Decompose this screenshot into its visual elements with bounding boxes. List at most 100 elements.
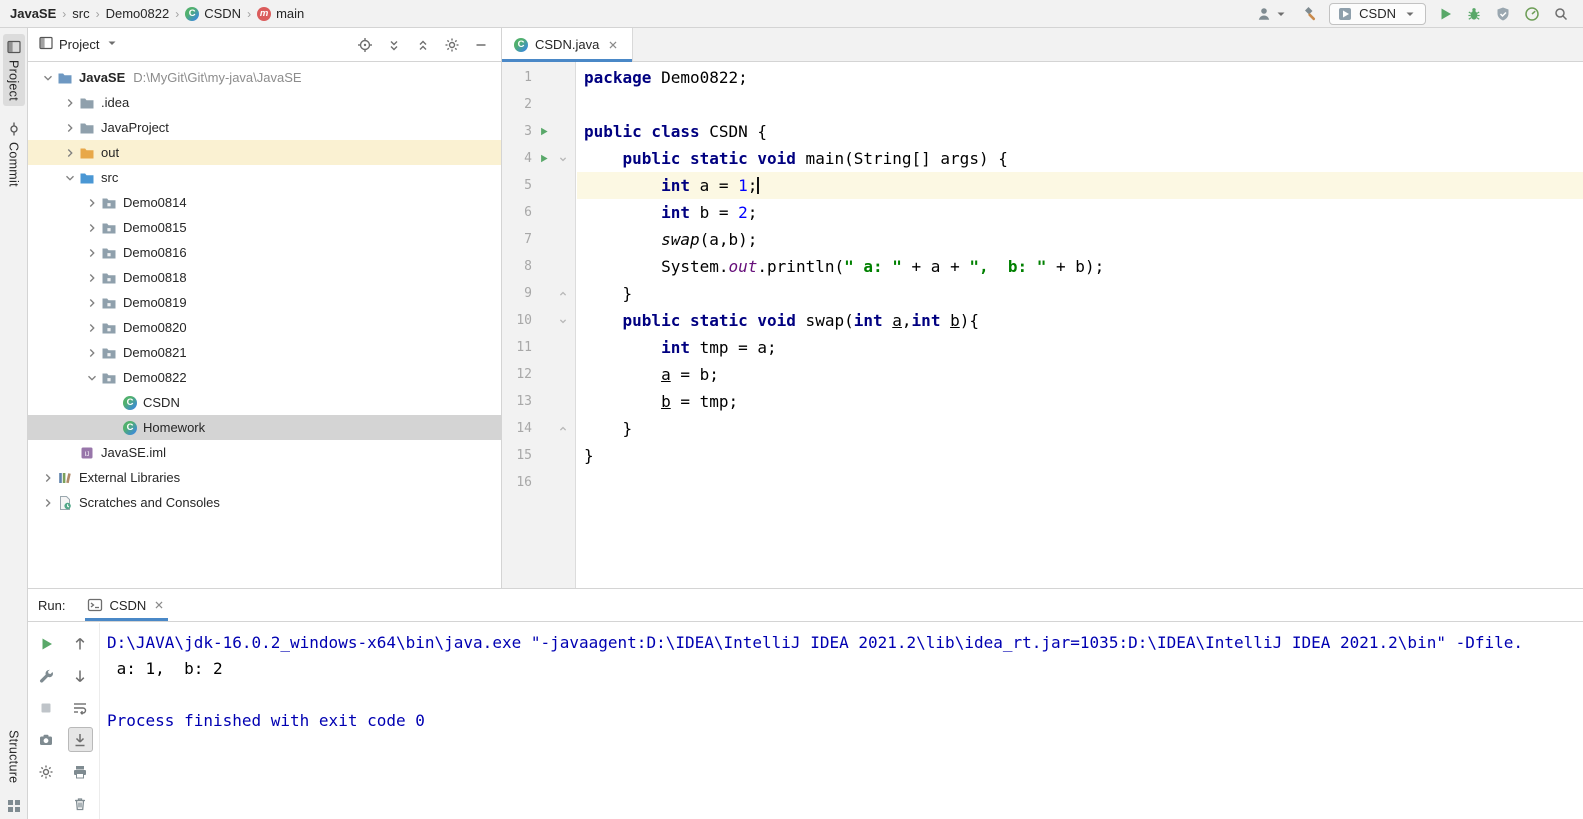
stripe-tab-commit[interactable]: Commit (3, 116, 25, 192)
run-tab[interactable]: CSDN (79, 589, 174, 621)
print-button[interactable] (68, 759, 93, 784)
grid-button[interactable] (4, 796, 24, 816)
code-line-10[interactable]: 10 public static void swap(int a,int b){ (502, 307, 1583, 334)
editor[interactable]: 1 package Demo0822; 2 3 public class CSDN {4… (502, 62, 1583, 588)
editor-tab[interactable]: C CSDN.java (502, 28, 634, 62)
editor-tab-label: CSDN.java (535, 37, 600, 52)
run-config-selector[interactable]: CSDN (1329, 2, 1426, 25)
chevron-down-icon[interactable] (104, 35, 120, 54)
soft-wrap-button[interactable] (68, 695, 93, 720)
tree-item-demo0816[interactable]: Demo0816 (28, 240, 501, 265)
chevron-right-icon[interactable] (82, 245, 101, 261)
chevron-right-icon[interactable] (82, 270, 101, 286)
run-line-icon[interactable] (532, 153, 554, 164)
tree-item-demo0819[interactable]: Demo0819 (28, 290, 501, 315)
collapse-all-button[interactable] (413, 35, 433, 55)
breadcrumb-item-javase[interactable]: JavaSE (10, 6, 56, 21)
chevron-right-icon[interactable] (82, 345, 101, 361)
stripe-tab-project[interactable]: Project (2, 34, 25, 107)
search-button[interactable] (1551, 4, 1571, 24)
code-line-8[interactable]: 8 System.out.println(" a: " + a + ", b: … (502, 253, 1583, 280)
breadcrumb-item-main[interactable]: m main (257, 6, 304, 21)
code-line-3[interactable]: 3 public class CSDN { (502, 118, 1583, 145)
breadcrumb-item-csdn[interactable]: C CSDN (185, 6, 241, 21)
coverage-button[interactable] (1493, 4, 1513, 24)
rerun-button[interactable] (34, 631, 59, 656)
target-button[interactable] (355, 35, 375, 55)
run-line-icon[interactable] (532, 126, 554, 137)
settings-button[interactable] (34, 759, 59, 784)
project-title[interactable]: Project (59, 37, 99, 52)
chevron-right-icon[interactable] (60, 120, 79, 136)
tree-item-external-libraries[interactable]: External Libraries (28, 465, 501, 490)
line-number: 8 (524, 259, 532, 274)
gear-button[interactable] (442, 35, 462, 55)
code-line-2[interactable]: 2 (502, 91, 1583, 118)
debug-button[interactable] (1464, 4, 1484, 24)
code-line-7[interactable]: 7 swap(a,b); (502, 226, 1583, 253)
tree-item--idea[interactable]: .idea (28, 90, 501, 115)
profiler-button[interactable] (1522, 4, 1542, 24)
close-icon[interactable] (606, 38, 620, 52)
down-arrow-button[interactable] (68, 663, 93, 688)
minimize-button[interactable] (471, 35, 491, 55)
code-line-15[interactable]: 15} (502, 442, 1583, 469)
chevron-right-icon[interactable] (60, 95, 79, 111)
code-line-11[interactable]: 11 int tmp = a; (502, 334, 1583, 361)
tree-item-scratches-and-consoles[interactable]: Scratches and Consoles (28, 490, 501, 515)
code-line-13[interactable]: 13 b = tmp; (502, 388, 1583, 415)
stop-button[interactable] (34, 695, 59, 720)
run-button[interactable] (1435, 4, 1455, 24)
tree-item-demo0822[interactable]: Demo0822 (28, 365, 501, 390)
code-line-6[interactable]: 6 int b = 2; (502, 199, 1583, 226)
tree-item-demo0814[interactable]: Demo0814 (28, 190, 501, 215)
expand-all-button[interactable] (384, 35, 404, 55)
tree-item-src[interactable]: src (28, 165, 501, 190)
line-number: 15 (516, 448, 532, 463)
tree-item-demo0815[interactable]: Demo0815 (28, 215, 501, 240)
tree-item-homework[interactable]: C Homework (28, 415, 501, 440)
user-button[interactable] (1254, 4, 1291, 24)
fold-end-icon[interactable] (554, 288, 572, 300)
code-line-9[interactable]: 9 } (502, 280, 1583, 307)
scroll-end-button[interactable] (67, 727, 93, 752)
tree-item-demo0821[interactable]: Demo0821 (28, 340, 501, 365)
code-token: = tmp; (670, 392, 739, 411)
breadcrumb-item-src[interactable]: src (72, 6, 89, 21)
tree-item-demo0820[interactable]: Demo0820 (28, 315, 501, 340)
hammer-button[interactable] (1300, 4, 1320, 24)
chevron-down-icon[interactable] (60, 170, 79, 186)
tree-item-demo0818[interactable]: Demo0818 (28, 265, 501, 290)
clear-button[interactable] (68, 791, 93, 816)
chevron-right-icon[interactable] (82, 220, 101, 236)
chevron-down-icon[interactable] (82, 370, 101, 386)
chevron-right-icon[interactable] (82, 195, 101, 211)
fold-end-icon[interactable] (554, 423, 572, 435)
chevron-right-icon[interactable] (60, 145, 79, 161)
wrench-button[interactable] (34, 663, 59, 688)
tree-item-javase[interactable]: JavaSE D:\MyGit\Git\my-java\JavaSE (28, 65, 501, 90)
code-line-16[interactable]: 16 (502, 469, 1583, 496)
chevron-right-icon[interactable] (82, 295, 101, 311)
code-line-14[interactable]: 14 } (502, 415, 1583, 442)
chevron-right-icon[interactable] (38, 470, 57, 486)
code-line-12[interactable]: 12 a = b; (502, 361, 1583, 388)
run-console[interactable]: D:\JAVA\jdk-16.0.2_windows-x64\bin\java.… (101, 623, 1583, 819)
code-line-5[interactable]: 5 int a = 1; (502, 172, 1583, 199)
chevron-right-icon[interactable] (82, 320, 101, 336)
code-line-1[interactable]: 1 package Demo0822; (502, 64, 1583, 91)
fold-start-icon[interactable] (554, 315, 572, 327)
code-line-4[interactable]: 4 public static void main(String[] args)… (502, 145, 1583, 172)
stripe-tab-structure[interactable]: Structure (4, 725, 24, 788)
breadcrumb-item-demo0822[interactable]: Demo0822 (106, 6, 170, 21)
tree-item-csdn[interactable]: C CSDN (28, 390, 501, 415)
tree-item-javase-iml[interactable]: IJ JavaSE.iml (28, 440, 501, 465)
close-icon[interactable] (152, 598, 166, 612)
tree-item-out[interactable]: out (28, 140, 501, 165)
camera-button[interactable] (34, 727, 59, 752)
chevron-down-icon[interactable] (38, 70, 57, 86)
tree-item-javaproject[interactable]: JavaProject (28, 115, 501, 140)
fold-start-icon[interactable] (554, 153, 572, 165)
up-arrow-button[interactable] (68, 631, 93, 656)
chevron-right-icon[interactable] (38, 495, 57, 511)
